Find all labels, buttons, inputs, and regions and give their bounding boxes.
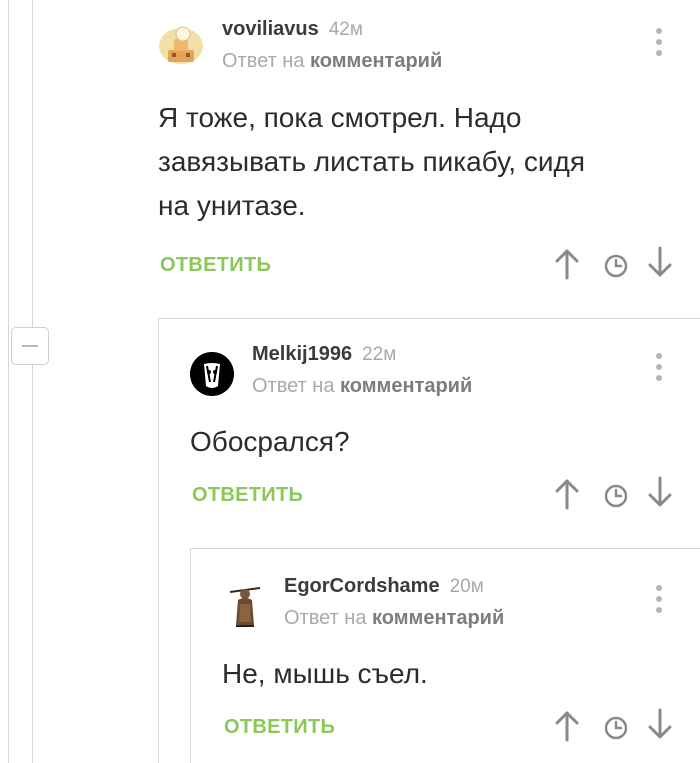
comment-time: 22м (362, 344, 397, 365)
thread-line (190, 548, 191, 763)
reply-button[interactable]: ОТВЕТИТЬ (192, 484, 303, 507)
reply-button[interactable]: ОТВЕТИТЬ (224, 716, 335, 739)
avatar[interactable] (190, 352, 234, 396)
arrow-up-icon[interactable] (554, 710, 580, 742)
reply-meta: Ответ на комментарий (252, 375, 472, 398)
username-link[interactable]: Melkij1996 (252, 343, 352, 365)
comment-username[interactable]: voviliavus 42м (222, 18, 363, 41)
comment-text-line: Обосрался? (190, 426, 350, 457)
more-vertical-icon[interactable] (655, 353, 663, 383)
username-link[interactable]: EgorCordshame (284, 575, 440, 597)
reply-meta: Ответ на комментарий (222, 50, 442, 73)
comment: voviliavus 42м Ответ на комментарий Я тож… (150, 0, 700, 300)
comment-text-line: завязывать листать пикабу, сидя (158, 146, 585, 177)
clock-icon[interactable] (603, 250, 629, 282)
clock-icon[interactable] (603, 480, 629, 512)
reply-target-link[interactable]: комментарий (372, 607, 504, 629)
comment-username[interactable]: EgorCordshame 20м (284, 575, 484, 598)
more-vertical-icon[interactable] (655, 585, 663, 615)
collapse-thread-button[interactable] (11, 327, 49, 365)
more-vertical-icon[interactable] (655, 28, 663, 58)
reply-target-link[interactable]: комментарий (310, 50, 442, 72)
arrow-up-icon[interactable] (554, 248, 580, 280)
arrow-down-icon[interactable] (647, 708, 673, 740)
reply-prefix: Ответ на (252, 375, 335, 397)
comment-text-line: Я тоже, пока смотрел. Надо (158, 102, 522, 133)
username-link[interactable]: voviliavus (222, 18, 319, 40)
comment-text: Не, мышь съел. (222, 652, 428, 696)
reply-prefix: Ответ на (222, 50, 305, 72)
reply-target-link[interactable]: комментарий (340, 375, 472, 397)
thread-line (32, 0, 33, 763)
arrow-down-icon[interactable] (647, 246, 673, 278)
comment-text-line: на унитазе. (158, 190, 306, 221)
reply-button[interactable]: ОТВЕТИТЬ (160, 254, 271, 277)
comment-time: 42м (328, 19, 363, 40)
avatar[interactable] (226, 582, 264, 630)
comment: EgorCordshame 20м Ответ на комментарий Не… (214, 548, 700, 763)
comment-text: Я тоже, пока смотрел. Надо завязывать ли… (158, 96, 585, 228)
reply-prefix: Ответ на (284, 607, 367, 629)
thread-line (158, 318, 159, 763)
clock-icon[interactable] (603, 712, 629, 744)
arrow-down-icon[interactable] (647, 476, 673, 508)
reply-meta: Ответ на комментарий (284, 607, 504, 630)
avatar[interactable] (158, 22, 204, 66)
comment-username[interactable]: Melkij1996 22м (252, 343, 396, 366)
thread-line (8, 0, 9, 763)
comment: Melkij1996 22м Ответ на комментарий Обоср… (182, 318, 700, 548)
arrow-up-icon[interactable] (554, 478, 580, 510)
comment-text: Обосрался? (190, 420, 350, 464)
comment-time: 20м (449, 576, 484, 597)
comment-text-line: Не, мышь съел. (222, 658, 428, 689)
